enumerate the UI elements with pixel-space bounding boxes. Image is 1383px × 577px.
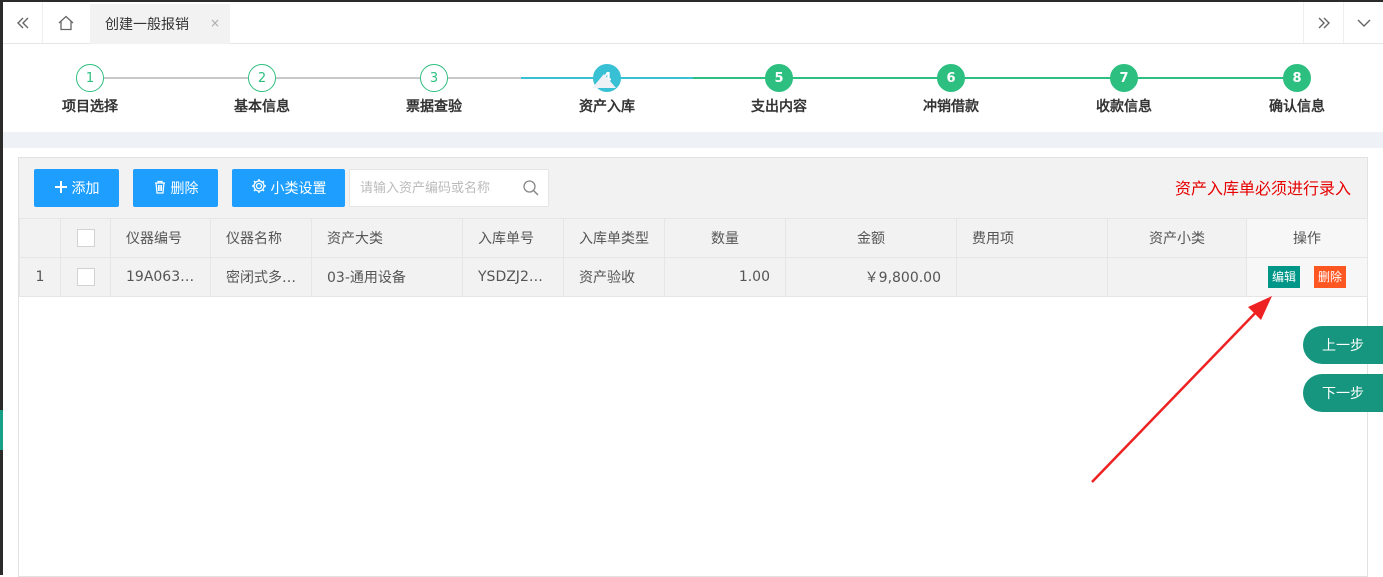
previous-step-button[interactable]: 上一步 bbox=[1303, 326, 1383, 364]
annotation-arrow bbox=[1091, 296, 1272, 483]
next-step-button[interactable]: 下一步 bbox=[1303, 374, 1383, 412]
